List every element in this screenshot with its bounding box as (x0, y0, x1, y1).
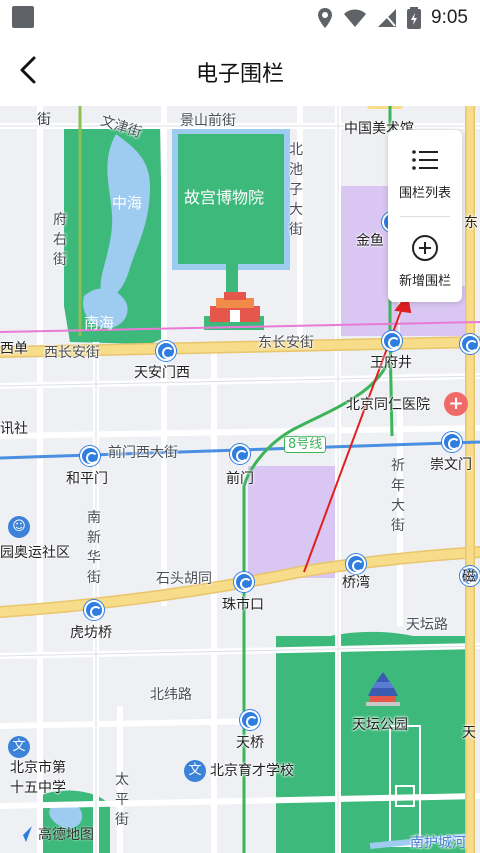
map-label-place: 磁 (462, 569, 476, 585)
metro-station-icon (240, 710, 260, 730)
map-label-place: 西单 (0, 341, 28, 357)
metro-station-icon (80, 446, 100, 466)
map-label-poi: 北京市第十五中学 (10, 760, 66, 796)
map-label-place: 天 (462, 725, 476, 741)
status-bar: 9:05 (0, 0, 480, 36)
battery-icon (407, 7, 422, 29)
map-label-poi: 北京育才学校 (210, 763, 294, 779)
wifi-icon (344, 9, 367, 27)
map-label-road: 太平街 (115, 772, 129, 828)
map-attribution: 高德地图 (14, 824, 94, 844)
metro-station-icon (230, 444, 250, 464)
status-time: 9:05 (431, 7, 468, 28)
map-label-station: 崇文门 (430, 457, 472, 473)
app-notification-icon (12, 6, 34, 28)
map-label-road: 景山前街 (180, 113, 236, 129)
map-label-road: 北池子大街 (289, 142, 303, 238)
amap-logo-icon (16, 826, 32, 842)
map-label-metro-line: 8号线 (284, 436, 327, 453)
panel-divider (400, 216, 450, 217)
map-label-station: 王府井 (370, 355, 412, 371)
map-label-station: 天安门西 (134, 365, 190, 381)
metro-station-icon (234, 572, 254, 592)
map-label-road: 祈年大街 (391, 458, 405, 534)
map-label-road: 街 (37, 112, 51, 128)
metro-station-icon (346, 554, 366, 574)
map-label-station: 和平门 (66, 471, 108, 487)
add-fence-label: 新增围栏 (398, 274, 451, 289)
map-label-place: 金鱼 (356, 233, 384, 249)
metro-station-icon (156, 341, 176, 361)
map-label-park: 中海 (112, 194, 143, 212)
fence-side-panel: 围栏列表 新增围栏 (388, 130, 462, 302)
map-label-road: 天坛路 (406, 617, 448, 633)
map-label-place: 讯社 (0, 421, 28, 437)
map-label-poi: 北京同仁医院 (346, 397, 430, 413)
app-bar: 电子围栏 (0, 36, 480, 106)
signal-icon (378, 9, 397, 27)
hospital-icon: + (444, 392, 468, 416)
map-label-road: 府右街 (53, 212, 67, 268)
map-label-park: 天坛公园 (352, 717, 408, 733)
metro-station-icon (84, 600, 104, 620)
map-label-station: 虎坊桥 (70, 625, 112, 641)
fence-list-label: 围栏列表 (398, 186, 451, 201)
metro-station-icon (382, 331, 402, 351)
map-label-park: 南海 (84, 314, 115, 332)
map-label-station: 珠市口 (222, 597, 264, 613)
community-icon: ☺ (8, 516, 30, 538)
page-title: 电子围栏 (195, 62, 284, 87)
school-icon: 文 (8, 736, 30, 758)
school-icon: 文 (184, 760, 206, 782)
map-label-road: 东长安街 (258, 335, 314, 351)
map-label-station: 前门 (226, 471, 254, 487)
map-attribution-text: 高德地图 (38, 827, 94, 843)
add-circle-icon (412, 235, 438, 261)
list-icon (412, 150, 438, 170)
map-label-road: 石头胡同 (156, 571, 212, 587)
add-fence-button[interactable]: 新增围栏 (388, 218, 462, 302)
map-label-road: 南新华街 (87, 510, 101, 586)
map-label-place: 园奥运社区 (0, 545, 70, 561)
map-label-road: 北纬路 (150, 687, 192, 703)
location-icon (318, 8, 333, 28)
map-label-road: 前门西大街 (108, 445, 178, 461)
map-label-place: 东 (464, 215, 478, 231)
map-label-road: 西长安街 (44, 345, 100, 361)
metro-station-icon (442, 432, 462, 452)
map-label-station: 桥湾 (342, 575, 370, 591)
map-label-road: 南护城河 (410, 835, 466, 851)
fence-list-button[interactable]: 围栏列表 (388, 130, 462, 214)
metro-station-icon (460, 334, 480, 354)
map-label-station: 天桥 (236, 735, 264, 751)
map-label-park: 故宫博物院 (184, 188, 265, 207)
